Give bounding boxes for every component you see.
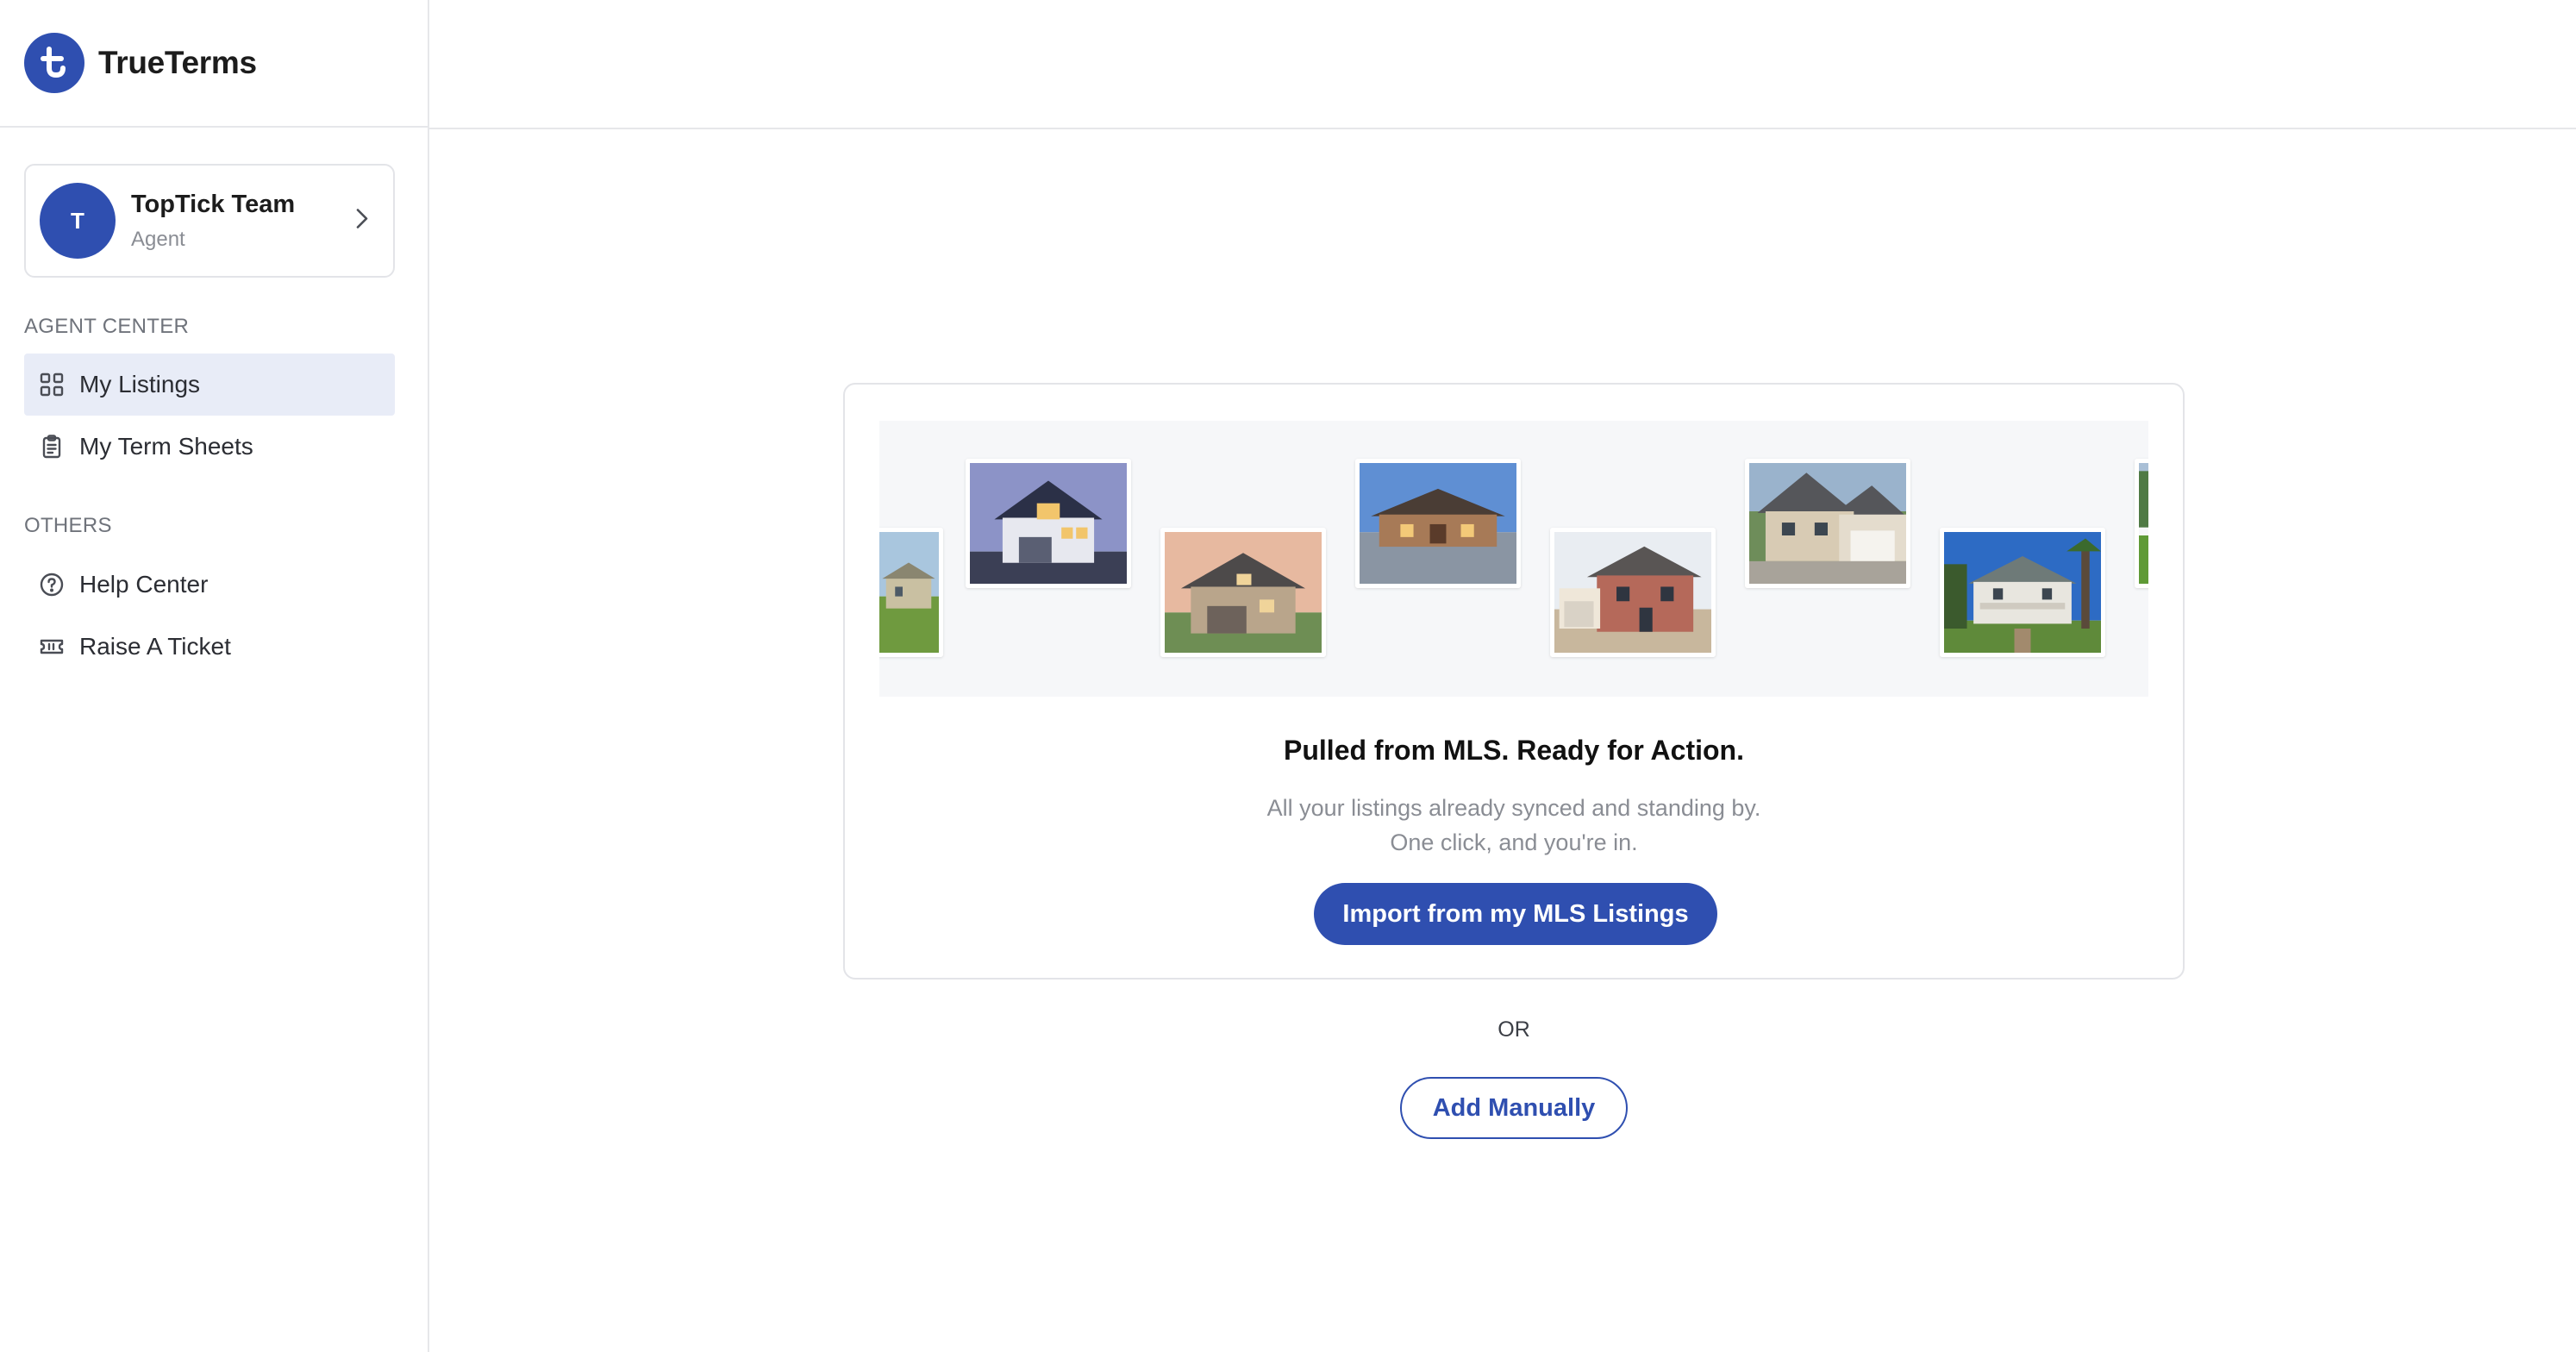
card-subtitle-line-2: One click, and you're in. bbox=[1390, 829, 1638, 855]
or-divider-label: OR bbox=[1497, 1017, 1530, 1042]
sidebar-item-label: My Term Sheets bbox=[79, 433, 253, 460]
section-label-agent-center: AGENT CENTER bbox=[24, 315, 190, 338]
listing-photo-gallery bbox=[879, 421, 2148, 697]
account-role: Agent bbox=[131, 227, 185, 251]
house-photo bbox=[1550, 528, 1716, 657]
house-photo bbox=[1355, 459, 1521, 588]
house-photo bbox=[966, 459, 1131, 588]
house-photo bbox=[2135, 459, 2148, 588]
trueterms-logo-icon[interactable] bbox=[24, 33, 84, 93]
grid-icon bbox=[38, 371, 66, 398]
house-photo bbox=[1160, 528, 1326, 657]
sidebar-item-help-center[interactable]: Help Center bbox=[24, 554, 395, 616]
chevron-right-icon bbox=[353, 207, 371, 235]
clipboard-icon bbox=[38, 433, 66, 460]
import-mls-listings-button[interactable]: Import from my MLS Listings bbox=[1314, 883, 1717, 945]
sidebar-item-label: Raise A Ticket bbox=[79, 633, 231, 660]
section-label-others: OTHERS bbox=[24, 514, 112, 537]
sidebar-item-label: My Listings bbox=[79, 371, 201, 397]
help-circle-icon bbox=[38, 571, 66, 598]
avatar: T bbox=[40, 183, 116, 259]
house-photo bbox=[879, 528, 943, 657]
sidebar-item-my-term-sheets[interactable]: My Term Sheets bbox=[24, 416, 395, 478]
brand-name: TrueTerms bbox=[98, 45, 257, 80]
card-subtitle-line-1: All your listings already synced and sta… bbox=[1266, 795, 1761, 821]
mls-import-card: Pulled from MLS. Ready for Action. All y… bbox=[843, 383, 2185, 980]
add-manually-button[interactable]: Add Manually bbox=[1400, 1077, 1628, 1139]
sidebar-item-raise-a-ticket[interactable]: Raise A Ticket bbox=[24, 616, 395, 678]
ticket-icon bbox=[38, 633, 66, 660]
card-title: Pulled from MLS. Ready for Action. bbox=[1284, 735, 1744, 766]
brand-header: TrueTerms bbox=[0, 0, 428, 128]
house-photo bbox=[1745, 459, 1910, 588]
account-switcher[interactable]: T TopTick Team Agent bbox=[24, 164, 395, 278]
house-photo bbox=[1940, 528, 2105, 657]
sidebar: TrueTerms T TopTick Team Agent AGENT CEN… bbox=[0, 0, 429, 1352]
account-name: TopTick Team bbox=[131, 190, 296, 218]
top-bar bbox=[429, 0, 2576, 129]
sidebar-item-my-listings[interactable]: My Listings bbox=[24, 354, 395, 416]
sidebar-item-label: Help Center bbox=[79, 571, 209, 598]
